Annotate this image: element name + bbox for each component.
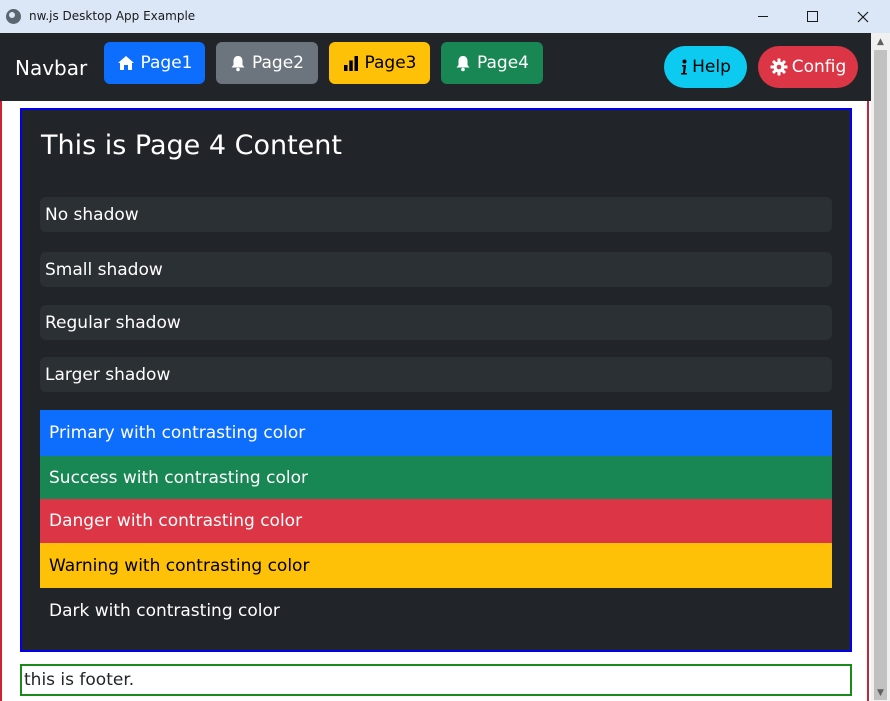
page2-label: Page2	[252, 53, 304, 73]
scroll-up-arrow-icon[interactable]: ▲	[871, 33, 890, 50]
color-row-warning: Warning with contrasting color	[40, 543, 832, 588]
footer-text: this is footer.	[24, 670, 135, 690]
maximize-button[interactable]	[789, 0, 835, 33]
vertical-scrollbar[interactable]: ▲ ▼	[871, 33, 890, 701]
bell-icon	[231, 55, 245, 71]
color-row-danger: Danger with contrasting color	[40, 499, 832, 543]
help-label: Help	[692, 57, 731, 77]
bar-chart-icon	[343, 56, 358, 71]
gear-icon	[770, 58, 788, 76]
help-button[interactable]: Help	[664, 46, 747, 88]
globe-icon	[6, 9, 21, 24]
page3-button[interactable]: Page3	[329, 42, 430, 84]
config-button[interactable]: Config	[758, 46, 858, 88]
color-row-dark: Dark with contrasting color	[40, 588, 832, 633]
shadow-box-none: No shadow	[40, 197, 832, 232]
scroll-down-arrow-icon[interactable]: ▼	[871, 684, 890, 701]
minimize-button[interactable]	[740, 0, 786, 33]
page2-button[interactable]: Page2	[216, 42, 318, 84]
shadow-box-small: Small shadow	[40, 252, 832, 287]
page3-label: Page3	[364, 53, 417, 73]
home-icon	[117, 56, 134, 70]
app-window: nw.js Desktop App Example Navbar Page1 P…	[0, 0, 890, 701]
info-icon	[681, 59, 688, 75]
page4-button[interactable]: Page4	[441, 42, 543, 84]
window-title: nw.js Desktop App Example	[29, 9, 196, 23]
maximize-icon	[806, 11, 818, 22]
page4-label: Page4	[477, 53, 529, 73]
close-button[interactable]	[840, 0, 886, 33]
title-bar[interactable]: nw.js Desktop App Example	[0, 0, 890, 33]
color-row-success: Success with contrasting color	[40, 456, 832, 499]
footer: this is footer.	[20, 664, 852, 696]
minimize-icon	[758, 16, 768, 17]
shadow-box-regular: Regular shadow	[40, 305, 832, 340]
close-icon	[857, 11, 869, 22]
page-frame-border	[867, 101, 869, 701]
page1-label: Page1	[140, 53, 193, 73]
page-title: This is Page 4 Content	[41, 130, 342, 161]
shadow-box-large: Larger shadow	[40, 357, 832, 392]
config-label: Config	[791, 57, 847, 77]
bell-icon	[456, 55, 470, 71]
color-row-primary: Primary with contrasting color	[40, 410, 832, 456]
page1-button[interactable]: Page1	[104, 42, 205, 84]
navbar-brand[interactable]: Navbar	[15, 56, 87, 80]
scroll-thumb[interactable]	[874, 50, 887, 700]
